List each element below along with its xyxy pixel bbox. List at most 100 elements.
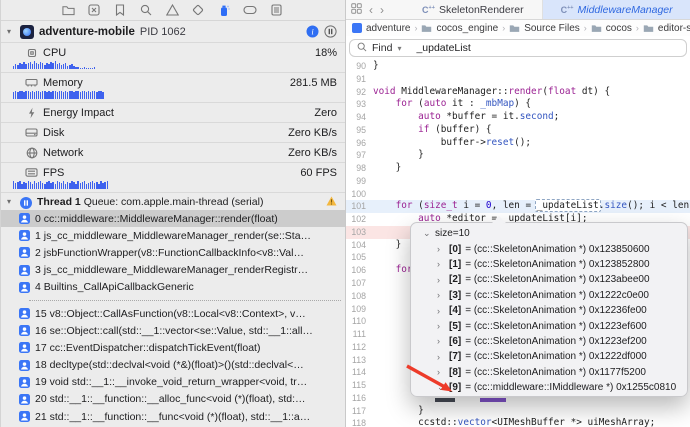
code-line: 98 } [346,162,690,175]
person-icon [19,393,30,405]
tab-skeletonrenderer[interactable]: C++ SkeletonRenderer [404,0,543,19]
line-number: 103 [351,226,366,237]
project-navigator-icon[interactable] [61,3,75,17]
popover-item[interactable]: › [5] = (cc::SkeletonAnimation *) 0x1223e… [411,318,687,333]
fps-icon [25,166,38,179]
forward-button[interactable]: › [380,4,384,16]
debug-navigator-icon[interactable] [217,3,231,17]
popover-item-index: [8] [449,366,462,378]
chevron-down-icon[interactable]: ▾ [7,197,15,206]
energy-icon [25,106,38,119]
source-control-icon[interactable] [87,3,101,17]
chevron-right-icon[interactable]: › [437,244,445,254]
warning-icon [326,193,337,211]
popover-item[interactable]: › [1] = (cc::SkeletonAnimation *) 0x12385… [411,257,687,272]
metric-label: Disk [43,126,65,139]
breakpoints-icon[interactable] [243,3,257,17]
chevron-down-icon[interactable]: ▾ [397,44,401,53]
metric-row-disk[interactable]: Disk Zero KB/s [1,122,345,142]
metric-row-memory[interactable]: Memory 281.5 MB [1,72,345,102]
folder-icon [509,24,520,33]
stack-frame[interactable]: 1 js_cc_middleware_MiddlewareManager_ren… [1,227,345,244]
chevron-right-icon[interactable]: › [437,259,445,269]
popover-item[interactable]: › [2] = (cc::SkeletonAnimation *) 0x123ab… [411,272,687,287]
find-navigator-icon[interactable] [139,3,153,17]
popover-item[interactable]: › [6] = (cc::SkeletonAnimation *) 0x1223e… [411,334,687,349]
debug-navigator: ▾ adventure-mobile PID 1062 i CPU 18% Memo… [1,0,346,427]
chevron-right-icon[interactable]: › [437,290,445,300]
stack-frame[interactable]: 2 jsbFunctionWrapper(v8::FunctionCallbac… [1,244,345,261]
breadcrumb-item[interactable]: cocos_engine [436,23,498,34]
person-icon [19,342,30,354]
line-number: 93 [356,99,366,110]
metric-row-fps[interactable]: FPS 60 FPS [1,162,345,192]
breadcrumb-item[interactable]: adventure [366,23,410,34]
popover-item-index: [3] [449,289,462,301]
breadcrumb-item[interactable]: Source Files [524,23,580,34]
stack-frame[interactable]: 17 cc::EventDispatcher::dispatchTickEven… [1,339,345,356]
breadcrumb-item[interactable]: editor-support [658,23,690,34]
line-number: 112 [351,341,366,352]
breadcrumb-item[interactable]: cocos [606,23,632,34]
popover-item-desc: = (cc::SkeletonAnimation *) 0x1223ef200 [465,335,647,347]
line-number: 106 [351,265,366,276]
tab-middlewaremanager[interactable]: C++ MiddlewareManager [542,0,690,19]
popover-item[interactable]: › [7] = (cc::SkeletonAnimation *) 0x1222d… [411,349,687,364]
popover-item[interactable]: ⌄ [9] = (cc::middleware::IMiddleware *) 0… [411,380,687,395]
occluded-code-fragment [480,397,506,402]
process-row[interactable]: ▾ adventure-mobile PID 1062 i [1,21,345,42]
code-line: 101 for (size_t i = 0, len = _updateList… [346,199,690,214]
chevron-right-icon[interactable]: › [437,352,445,362]
popover-size-row[interactable]: ⌄ size=10 [411,226,687,241]
line-number: 102 [351,214,366,225]
stack-frame[interactable]: 4 Builtins_CallApiCallbackGeneric [1,279,345,296]
metric-row-network[interactable]: Network Zero KB/s [1,142,345,162]
issues-icon[interactable] [165,3,179,17]
chevron-right-icon[interactable]: › [437,336,445,346]
stack-frame[interactable]: 0 cc::middleware::MiddlewareManager::ren… [1,210,345,228]
find-bar[interactable]: Find ▾ _updateList [349,39,687,57]
person-icon [19,308,30,320]
project-icon [352,23,362,33]
popover-item[interactable]: › [3] = (cc::SkeletonAnimation *) 0x1222c… [411,288,687,303]
navigator-toolbar [1,0,345,21]
tests-icon[interactable] [191,3,205,17]
stack-frame[interactable]: 15 v8::Object::CallAsFunction(v8::Local<… [1,305,345,322]
frame-label: 4 Builtins_CallApiCallbackGeneric [35,281,194,294]
line-number: 101 [351,201,366,212]
inspected-variable[interactable]: _updateList [534,199,601,213]
stack-frame[interactable]: 19 void std::__1::__invoke_void_return_w… [1,374,345,391]
info-button[interactable]: i [306,25,319,38]
popover-item[interactable]: › [0] = (cc::SkeletonAnimation *) 0x12385… [411,241,687,256]
code-line: 92 void MiddlewareManager::render(float d… [346,86,690,99]
chevron-right-icon[interactable]: › [437,321,445,331]
code-line: 93 for (auto it : _mbMap) { [346,98,690,111]
back-button[interactable]: ‹ [369,4,373,16]
stack-frame[interactable]: 18 decltype(std::declval<void (*&)(float… [1,357,345,374]
reports-icon[interactable] [269,3,283,17]
chevron-right-icon[interactable]: › [437,306,445,316]
stack-frame[interactable]: 16 se::Object::call(std::__1::vector<se:… [1,322,345,339]
stack-frame[interactable]: 20 std::__1::__function::__alloc_func<vo… [1,391,345,408]
metric-row-energy-impact[interactable]: Energy Impact Zero [1,102,345,122]
line-number: 94 [356,112,366,123]
find-query[interactable]: _updateList [416,42,470,54]
find-mode-label[interactable]: Find [372,42,392,54]
popover-item[interactable]: › [8] = (cc::SkeletonAnimation *) 0x1177f… [411,365,687,380]
stack-frame[interactable]: 3 js_cc_middleware_MiddlewareManager_ren… [1,262,345,279]
bookmarks-icon[interactable] [113,3,127,17]
chevron-right-icon[interactable]: › [437,275,445,285]
chevron-down-icon[interactable]: ▾ [7,27,15,36]
stack-frame[interactable]: 21 std::__1::__function::__func<void (*)… [1,408,345,425]
chevron-down-icon[interactable]: ⌄ [423,228,431,239]
line-number: 114 [351,367,366,378]
metric-row-cpu[interactable]: CPU 18% [1,42,345,72]
editor-grid-icon[interactable] [351,2,362,17]
popover-item[interactable]: › [4] = (cc::SkeletonAnimation *) 0x12236… [411,303,687,318]
line-number: 99 [356,175,366,186]
chevron-down-icon[interactable]: ⌄ [437,382,445,393]
chevron-right-icon[interactable]: › [437,367,445,377]
thread-row[interactable]: ▾ Thread 1 Queue: com.apple.main-thread … [1,192,345,210]
line-number: 90 [356,61,366,71]
pause-process-button[interactable] [324,25,337,38]
